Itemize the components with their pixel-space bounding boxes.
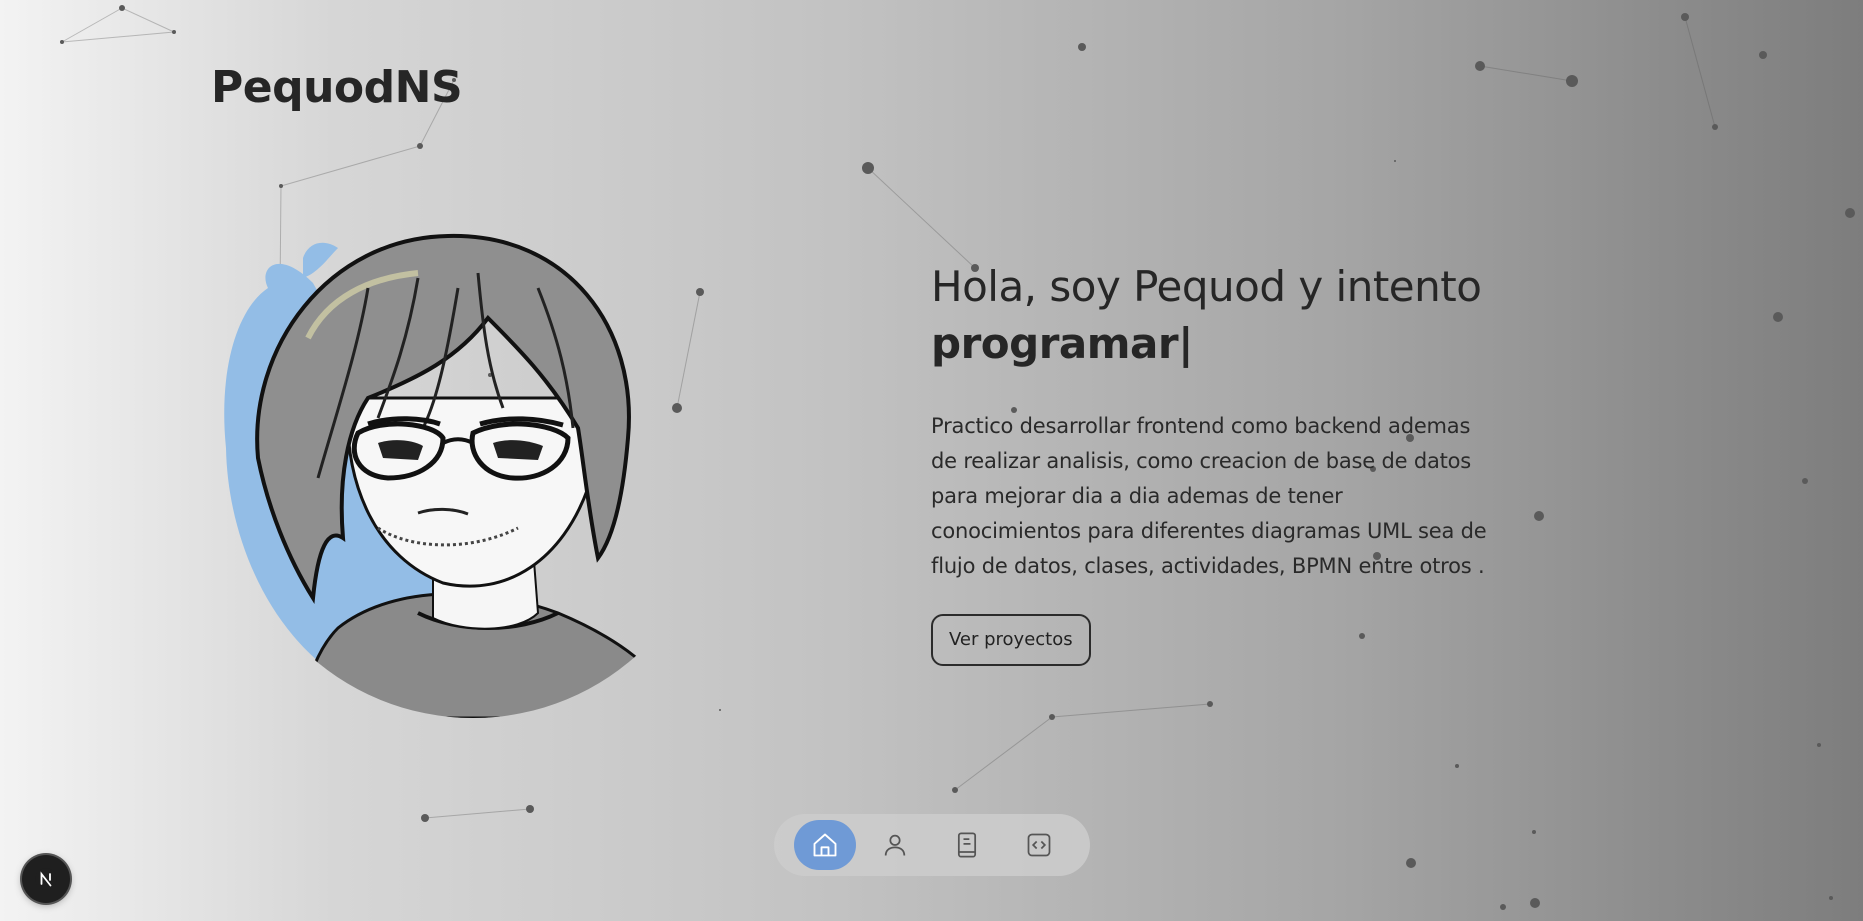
- particle-dot: [1534, 511, 1544, 521]
- particle-dot: [862, 162, 874, 174]
- nextjs-dev-badge[interactable]: [22, 855, 70, 903]
- particle-dot: [1829, 896, 1833, 900]
- particle-link: [61, 7, 123, 43]
- particle-dot: [1406, 858, 1416, 868]
- particle-dot: [526, 805, 534, 813]
- typing-caret: |: [1178, 319, 1193, 368]
- particle-link: [954, 716, 1053, 791]
- dock-about-button[interactable]: [870, 820, 920, 870]
- user-icon: [884, 834, 906, 856]
- particle-dot: [1455, 764, 1459, 768]
- hero-heading: Hola, soy Pequod y intento programar|: [931, 258, 1491, 372]
- particle-dot: [1802, 478, 1808, 484]
- hero-heading-typed-word: programar: [931, 319, 1179, 368]
- dock-home-button[interactable]: [794, 820, 856, 870]
- hero-section: Hola, soy Pequod y intento programar| Pr…: [931, 258, 1491, 584]
- particle-dot: [172, 30, 176, 34]
- ver-proyectos-button[interactable]: Ver proyectos: [931, 614, 1091, 666]
- particle-dot: [1500, 904, 1506, 910]
- particle-dot: [1845, 208, 1855, 218]
- particle-dot: [60, 40, 64, 44]
- particle-dot: [1759, 51, 1767, 59]
- home-icon: [813, 833, 837, 857]
- particle-link: [424, 808, 531, 819]
- bottom-nav-dock: [774, 814, 1090, 876]
- particle-dot: [1394, 160, 1396, 162]
- particle-dot: [1712, 124, 1718, 130]
- code-icon: [1027, 833, 1051, 857]
- hero-description: Practico desarrollar frontend como backe…: [931, 414, 1487, 578]
- particle-dot: [417, 143, 423, 149]
- particle-link: [1684, 16, 1716, 128]
- particle-dot: [1475, 61, 1485, 71]
- particle-link: [1051, 703, 1211, 718]
- particle-dot: [1532, 830, 1536, 834]
- particle-dot: [421, 814, 429, 822]
- brand-logo[interactable]: PequodNS: [211, 62, 463, 113]
- nextjs-logo-icon: [35, 868, 57, 890]
- particle-dot: [1530, 898, 1540, 908]
- particle-dot: [952, 787, 958, 793]
- particle-dot: [1049, 714, 1055, 720]
- particle-link: [867, 167, 976, 269]
- dock-blog-button[interactable]: [942, 820, 992, 870]
- particle-dot: [1078, 43, 1086, 51]
- dock-projects-button[interactable]: [1014, 820, 1064, 870]
- particle-link: [1479, 65, 1573, 82]
- particle-dot: [1359, 633, 1365, 639]
- particle-dot: [1681, 13, 1689, 21]
- particle-link: [280, 145, 421, 187]
- avatar-illustration: [218, 228, 720, 718]
- particle-dot: [1773, 312, 1783, 322]
- particle-dot: [1817, 743, 1821, 747]
- particle-dot: [1566, 75, 1578, 87]
- particle-dot: [1207, 701, 1213, 707]
- book-icon: [957, 832, 977, 858]
- particle-dot: [119, 5, 125, 11]
- particle-link: [61, 31, 175, 43]
- particle-dot: [279, 184, 283, 188]
- hero-heading-line1: Hola, soy Pequod y intento: [931, 262, 1482, 311]
- particle-link: [121, 7, 175, 33]
